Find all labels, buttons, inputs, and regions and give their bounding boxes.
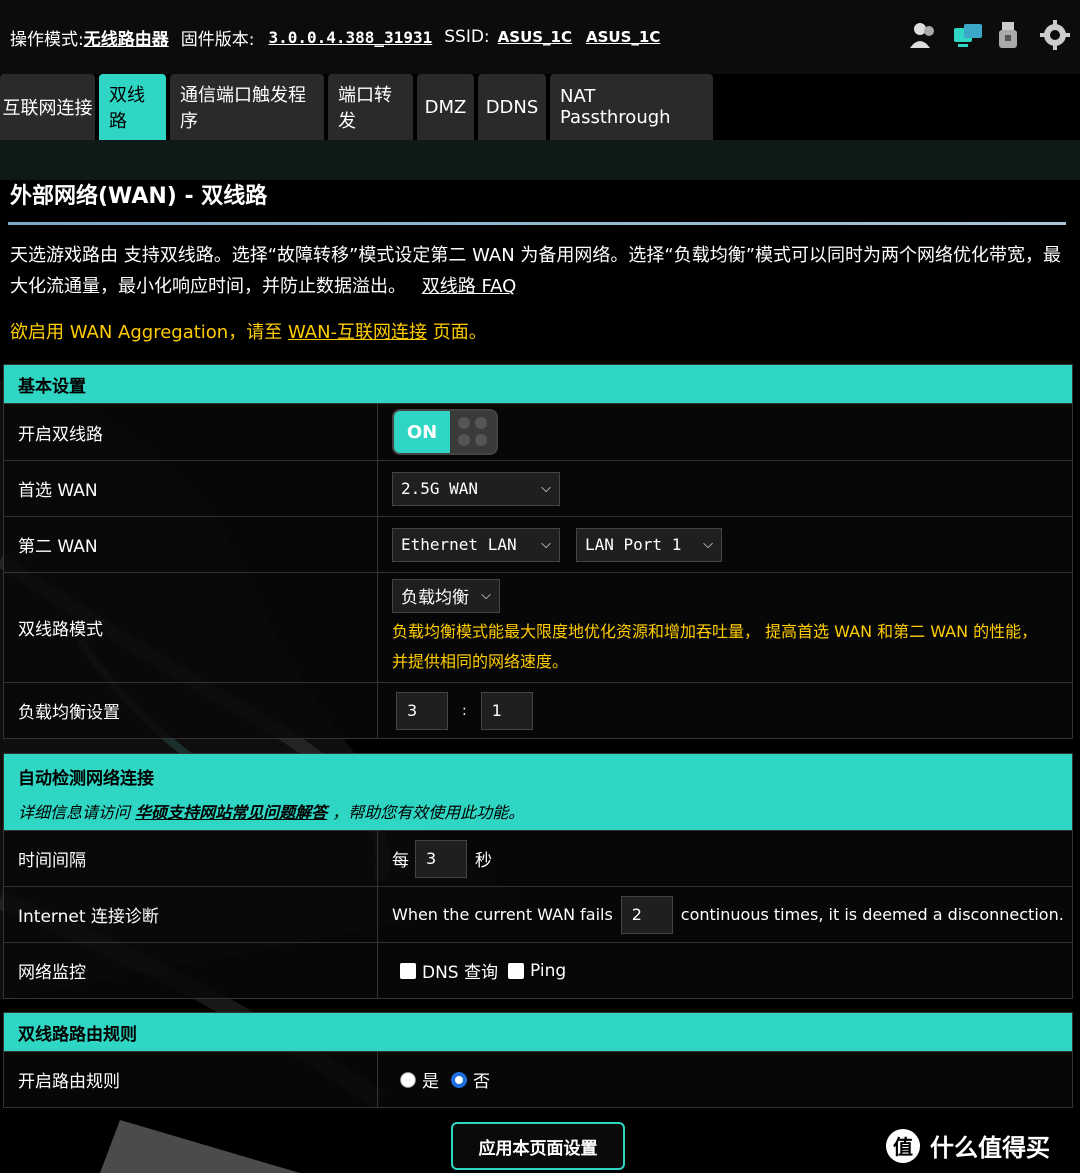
- diag-suffix: continuous times, it is deemed a disconn…: [680, 905, 1064, 924]
- status-icons: [908, 20, 1070, 50]
- notice-suffix: 页面。: [432, 322, 487, 343]
- network-status-icon[interactable]: [952, 20, 982, 50]
- ssid-label: SSID:: [444, 27, 490, 47]
- auto-detection-table: 自动检测网络连接 详细信息请访问 华硕支持网站常见问题解答 ，帮助您有效使用此功…: [3, 753, 1073, 999]
- secondary-wan-type-value: Ethernet LAN: [401, 535, 517, 554]
- fail-count-input[interactable]: 2: [620, 895, 673, 934]
- auto-detection-subtitle: 详细信息请访问 华硕支持网站常见问题解答 ，帮助您有效使用此功能。: [18, 799, 1058, 823]
- primary-wan-select[interactable]: 2.5G WAN ⌵: [392, 471, 560, 506]
- status-bar: 操作模式: 无线路由器 固件版本: 3.0.0.4.388_31931 SSID…: [0, 0, 1080, 74]
- auto-detection-title: 自动检测网络连接: [18, 769, 154, 789]
- tab-dmz[interactable]: DMZ: [417, 74, 474, 140]
- enable-dual-wan-toggle[interactable]: ON: [392, 409, 498, 455]
- notice-prefix: 欲启用 WAN Aggregation，请至: [10, 322, 283, 343]
- table-row: 开启路由规则 是 否: [4, 1051, 1072, 1107]
- interval-label: 时间间隔: [4, 831, 378, 886]
- routing-rules-table: 双线路路由规则 开启路由规则 是 否: [3, 1012, 1073, 1108]
- ssid-1-link[interactable]: ASUS_1C: [498, 28, 572, 46]
- wan-aggregation-notice: 欲启用 WAN Aggregation，请至 WAN-互联网连接 页面。: [10, 318, 487, 344]
- firmware-label: 固件版本:: [180, 29, 255, 50]
- table-row: 首选 WAN 2.5G WAN ⌵: [4, 460, 1072, 516]
- usb-icon[interactable]: [996, 20, 1026, 50]
- tab-port-forwarding[interactable]: 端口转发: [328, 74, 413, 140]
- chevron-down-icon: ⌵: [703, 537, 713, 552]
- ssid-2-link[interactable]: ASUS_1C: [586, 28, 660, 46]
- interval-prefix: 每: [392, 851, 409, 871]
- enable-dual-wan-label: 开启双线路: [4, 404, 378, 460]
- table-row: 双线路模式 负载均衡 ⌵ 负载均衡模式能最大限度地优化资源和增加吞吐量， 提高首…: [4, 572, 1072, 682]
- ping-label: Ping: [530, 960, 567, 981]
- routing-yes-label: 是: [422, 1072, 439, 1092]
- auto-detection-header: 自动检测网络连接 详细信息请访问 华硕支持网站常见问题解答 ，帮助您有效使用此功…: [4, 754, 1072, 830]
- dual-wan-mode-value: 负载均衡: [401, 588, 469, 608]
- dual-wan-mode-select[interactable]: 负载均衡 ⌵: [392, 578, 500, 613]
- asus-faq-link[interactable]: 华硕支持网站常见问题解答: [135, 803, 327, 822]
- users-icon[interactable]: [908, 20, 938, 50]
- page-title: 外部网络(WAN) - 双线路: [10, 184, 268, 209]
- load-balance-ratio-secondary-input[interactable]: 1: [480, 691, 533, 730]
- ratio-separator: :: [462, 702, 467, 719]
- dual-wan-mode-label: 双线路模式: [4, 573, 378, 682]
- toggle-knob: [450, 411, 496, 453]
- chevron-down-icon: ⌵: [541, 481, 551, 496]
- internet-diagnosis-label: Internet 连接诊断: [4, 887, 378, 942]
- site-watermark: 值 什么值得买: [886, 1128, 1050, 1163]
- ping-checkbox[interactable]: [508, 962, 525, 979]
- routing-rules-yes-radio[interactable]: [400, 1071, 416, 1088]
- table-row: 时间间隔 每 3 秒: [4, 830, 1072, 886]
- secondary-wan-type-select[interactable]: Ethernet LAN ⌵: [392, 527, 560, 562]
- enable-routing-rules-label: 开启路由规则: [4, 1052, 378, 1107]
- secondary-wan-port-value: LAN Port 1: [585, 535, 682, 554]
- chevron-down-icon: ⌵: [541, 537, 551, 552]
- network-monitoring-label: 网络监控: [4, 943, 378, 998]
- watermark-logo-icon: 值: [886, 1128, 920, 1163]
- tab-ddns[interactable]: DDNS: [478, 74, 546, 140]
- chevron-down-icon: ⌵: [481, 588, 491, 603]
- title-divider: [8, 222, 1066, 225]
- secondary-wan-port-select[interactable]: LAN Port 1 ⌵: [576, 527, 722, 562]
- firmware-version-link[interactable]: 3.0.0.4.388_31931: [268, 28, 432, 47]
- tab-nat-passthrough[interactable]: NAT Passthrough: [550, 74, 713, 140]
- toggle-on-label: ON: [394, 411, 450, 453]
- load-balance-ratio-primary-input[interactable]: 3: [396, 691, 448, 730]
- diag-prefix: When the current WAN fails: [392, 905, 613, 924]
- operation-mode-label: 操作模式:: [10, 29, 84, 50]
- routing-no-label: 否: [473, 1072, 490, 1092]
- interval-seconds-input[interactable]: 3: [415, 839, 467, 878]
- table-row: 开启双线路 ON: [4, 403, 1072, 460]
- tab-dual-wan[interactable]: 双线路: [99, 74, 166, 140]
- apply-settings-button[interactable]: 应用本页面设置: [451, 1122, 625, 1170]
- basic-settings-table: 基本设置 开启双线路 ON 首选 WAN 2.5G WAN ⌵ 第二 WAN E…: [3, 364, 1073, 739]
- dns-query-checkbox[interactable]: [400, 962, 416, 979]
- operation-mode-link[interactable]: 无线路由器: [84, 25, 169, 50]
- detect-sub-prefix: 详细信息请访问: [18, 803, 131, 822]
- tab-internet-connection[interactable]: 互联网连接: [0, 74, 95, 140]
- table-row: Internet 连接诊断 When the current WAN fails…: [4, 886, 1072, 942]
- detect-sub-suffix: ，帮助您有效使用此功能。: [332, 803, 525, 822]
- intro-description: 天选游戏路由 支持双线路。选择“故障转移”模式设定第二 WAN 为备用网络。选择…: [10, 245, 1062, 297]
- load-balance-hint: 负载均衡模式能最大限度地优化资源和增加吞吐量， 提高首选 WAN 和第二 WAN…: [392, 621, 1038, 671]
- load-balance-ratio-label: 负载均衡设置: [4, 683, 378, 738]
- intro-text: 天选游戏路由 支持双线路。选择“故障转移”模式设定第二 WAN 为备用网络。选择…: [10, 240, 1070, 302]
- table-row: 负载均衡设置 3 : 1: [4, 682, 1072, 738]
- wan-internet-connection-link[interactable]: WAN-互联网连接: [288, 322, 427, 343]
- routing-rules-no-radio[interactable]: [451, 1071, 467, 1088]
- primary-wan-label: 首选 WAN: [4, 461, 378, 516]
- watermark-text: 什么值得买: [930, 1134, 1050, 1162]
- table-row: 网络监控 DNS 查询 Ping: [4, 942, 1072, 998]
- basic-settings-header: 基本设置: [4, 365, 1072, 403]
- dual-wan-faq-link[interactable]: 双线路 FAQ: [422, 276, 517, 297]
- routing-rules-header: 双线路路由规则: [4, 1013, 1072, 1051]
- dns-query-label: DNS 查询: [422, 963, 499, 983]
- interval-suffix: 秒: [475, 851, 492, 871]
- settings-gear-icon[interactable]: [1040, 20, 1070, 50]
- tab-port-trigger[interactable]: 通信端口触发程序: [170, 74, 324, 140]
- settings-tabs: 互联网连接 双线路 通信端口触发程序 端口转发 DMZ DDNS NAT Pas…: [0, 74, 713, 140]
- primary-wan-value: 2.5G WAN: [401, 479, 479, 498]
- secondary-wan-label: 第二 WAN: [4, 517, 378, 572]
- table-row: 第二 WAN Ethernet LAN ⌵ LAN Port 1 ⌵: [4, 516, 1072, 572]
